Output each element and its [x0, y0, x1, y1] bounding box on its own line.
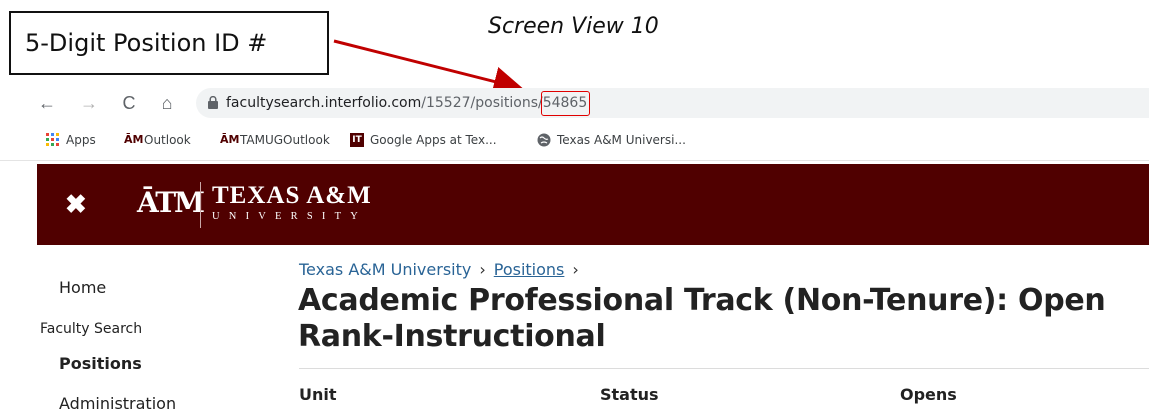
- breadcrumb-separator: ›: [479, 260, 486, 279]
- column-header-unit: Unit: [299, 385, 337, 404]
- breadcrumb-positions-link[interactable]: Positions: [494, 260, 565, 279]
- page-title: Academic Professional Track (Non-Tenure)…: [298, 283, 1106, 354]
- tam-logo-icon: ĀM: [124, 133, 144, 146]
- university-wordmark[interactable]: TEXAS A&M UNIVERSITY: [212, 182, 372, 224]
- sidebar-item-positions[interactable]: Positions: [59, 354, 142, 373]
- wordmark-line-1: TEXAS A&M: [212, 182, 372, 209]
- sidebar-item-administration[interactable]: Administration: [59, 394, 176, 413]
- bookmark-outlook[interactable]: ĀM Outlook: [124, 133, 191, 147]
- breadcrumb-separator: ›: [572, 260, 579, 279]
- lock-icon: [208, 96, 218, 109]
- sidebar-item-home[interactable]: Home: [59, 278, 106, 297]
- screen-view-caption: Screen View 10: [488, 14, 659, 39]
- address-bar[interactable]: facultysearch.interfolio.com/15527/posit…: [196, 88, 1149, 118]
- url-text: facultysearch.interfolio.com/15527/posit…: [226, 91, 591, 116]
- bookmark-texas-am[interactable]: Texas A&M Universi...: [537, 133, 686, 147]
- bookmark-label: TAMUGOutlook: [240, 133, 330, 147]
- breadcrumb-root[interactable]: Texas A&M University: [299, 260, 471, 279]
- bookmarks-bar: Apps ĀM Outlook ĀM TAMUGOutlook IT Googl…: [0, 124, 1149, 161]
- it-logo-icon: IT: [350, 133, 364, 147]
- bookmark-tamugoutlook[interactable]: ĀM TAMUGOutlook: [220, 133, 330, 147]
- logo-divider: [200, 182, 201, 228]
- annotation-callout-box: 5-Digit Position ID #: [9, 11, 329, 75]
- url-path: /15527/positions/: [421, 95, 543, 111]
- close-icon[interactable]: ✖: [65, 189, 87, 219]
- reload-icon[interactable]: C: [118, 92, 140, 114]
- bookmark-google-apps[interactable]: IT Google Apps at Tex...: [350, 133, 497, 147]
- bookmark-label: Google Apps at Tex...: [370, 133, 497, 147]
- back-arrow-icon[interactable]: ←: [36, 92, 58, 114]
- home-icon[interactable]: ⌂: [156, 92, 178, 114]
- wordmark-line-2: UNIVERSITY: [212, 211, 367, 222]
- divider: [299, 368, 1149, 369]
- sidebar-nav: Home Faculty Search Positions Administra…: [37, 245, 277, 413]
- column-header-opens: Opens: [900, 385, 957, 404]
- browser-toolbar: ← → C ⌂ facultysearch.interfolio.com/155…: [0, 86, 1149, 120]
- bookmark-label: Texas A&M Universi...: [557, 133, 686, 147]
- globe-icon: [537, 133, 551, 147]
- sidebar-section-faculty-search: Faculty Search: [40, 321, 143, 337]
- bookmark-label: Outlook: [144, 133, 191, 147]
- tam-logo-icon: ĀTM: [137, 186, 205, 219]
- apps-grid-icon: [46, 133, 60, 147]
- url-domain: facultysearch.interfolio.com: [226, 95, 422, 111]
- bookmark-apps[interactable]: Apps: [46, 133, 96, 147]
- breadcrumb: Texas A&M University › Positions ›: [299, 260, 587, 279]
- position-id-highlight: [540, 91, 591, 116]
- bookmark-label: Apps: [66, 133, 96, 147]
- tam-logo-icon: ĀM: [220, 133, 240, 146]
- column-header-status: Status: [600, 385, 659, 404]
- forward-arrow-icon[interactable]: →: [78, 92, 100, 114]
- site-header: ✖ ĀTM TEXAS A&M UNIVERSITY: [37, 164, 1149, 245]
